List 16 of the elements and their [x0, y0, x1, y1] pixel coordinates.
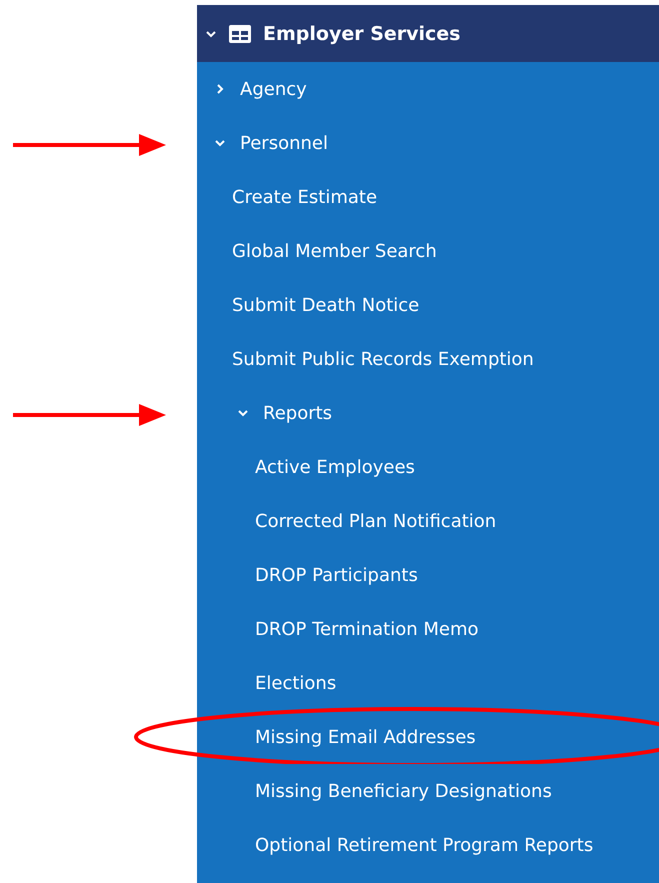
menu-item[interactable]: Create Estimate [197, 170, 659, 224]
menu-item[interactable]: Personnel [197, 116, 659, 170]
menu-item[interactable]: Global Member Search [197, 224, 659, 278]
menu-item[interactable]: DROP Participants [197, 548, 659, 602]
menu-item[interactable]: Missing Beneficiary Designations [197, 764, 659, 818]
menu-item[interactable]: Reports [197, 386, 659, 440]
menu-header[interactable]: Employer Services [197, 5, 659, 62]
menu-item[interactable]: Optional Retirement Program Reports [197, 818, 659, 872]
menu-item[interactable]: Submit Death Notice [197, 278, 659, 332]
menu-item[interactable]: Active Employees [197, 440, 659, 494]
menu-item[interactable]: DROP Termination Memo [197, 602, 659, 656]
menu-item[interactable]: Elections [197, 656, 659, 710]
table-icon [229, 24, 251, 42]
menu-item[interactable]: Agency [197, 62, 659, 116]
menu-item[interactable]: Submit Public Records Exemption [197, 332, 659, 386]
menu-item[interactable]: Corrected Plan Notification [197, 494, 659, 548]
